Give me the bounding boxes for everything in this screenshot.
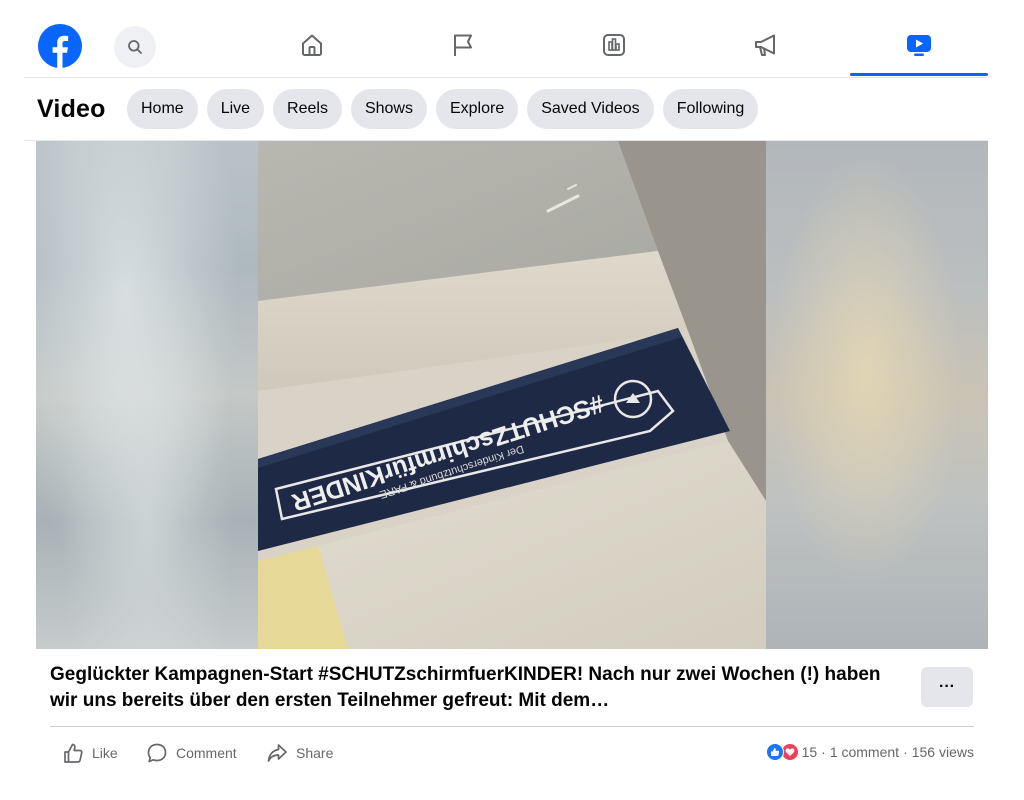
share-button[interactable]: Share (266, 741, 333, 765)
tab-explore[interactable]: Explore (435, 89, 519, 129)
video-player[interactable]: #SCHUTZschirmfürKINDER Der Kinderschutzb… (36, 141, 988, 649)
share-icon (267, 744, 287, 762)
megaphone-icon (755, 34, 775, 56)
tab-saved-videos[interactable]: Saved Videos (527, 89, 654, 129)
facebook-logo[interactable] (38, 24, 82, 68)
video-icon (907, 35, 931, 56)
post-stats: 15 · 1 comment · 156 views (765, 743, 974, 761)
comment-label: Comment (176, 745, 237, 761)
reaction-count[interactable]: 15 (802, 744, 818, 760)
video-blur-left (36, 141, 258, 649)
tab-reels[interactable]: Reels (273, 89, 342, 129)
nav-home[interactable] (297, 30, 327, 60)
video-subnav: Video Home Live Reels Shows Explore Save… (24, 79, 988, 141)
like-reaction-icon[interactable] (765, 743, 784, 761)
nav-pages[interactable] (448, 30, 478, 60)
chart-icon (603, 34, 625, 56)
like-button[interactable]: Like (62, 741, 118, 765)
comment-icon (147, 743, 167, 763)
top-navigation (24, 0, 988, 78)
tab-home[interactable]: Home (127, 89, 198, 129)
tab-live[interactable]: Live (206, 89, 265, 129)
tab-following[interactable]: Following (662, 89, 759, 129)
post-caption: Geglückter Kampagnen-Start #SCHUTZschirm… (50, 664, 881, 711)
comment-count[interactable]: 1 comment (830, 744, 899, 760)
stats-separator: · (821, 744, 826, 760)
like-label: Like (92, 745, 118, 761)
view-count: 156 views (911, 744, 974, 760)
video-tabs: Home Live Reels Shows Explore Saved Vide… (127, 89, 759, 129)
divider (50, 726, 974, 727)
stats-separator: · (903, 744, 908, 760)
tab-shows[interactable]: Shows (350, 89, 427, 129)
more-options-button[interactable]: ··· (921, 667, 973, 707)
home-icon (302, 34, 322, 56)
video-frame[interactable]: #SCHUTZschirmfürKINDER Der Kinderschutzb… (258, 141, 766, 649)
video-blur-right (766, 141, 988, 649)
nav-insights[interactable] (599, 30, 629, 60)
page-title: Video (37, 95, 106, 123)
nav-video[interactable] (904, 30, 934, 60)
comment-button[interactable]: Comment (146, 741, 237, 765)
video-still[interactable]: #SCHUTZschirmfürKINDER Der Kinderschutzb… (258, 141, 766, 649)
stats-text: 15 · 1 comment · 156 views (802, 744, 974, 760)
flag-icon (454, 34, 472, 56)
thumbs-up-icon (64, 743, 83, 763)
search-button[interactable] (114, 26, 156, 68)
nav-active-indicator (850, 73, 988, 76)
share-label: Share (296, 745, 334, 761)
search-icon (128, 40, 142, 54)
nav-ads[interactable] (751, 30, 781, 60)
